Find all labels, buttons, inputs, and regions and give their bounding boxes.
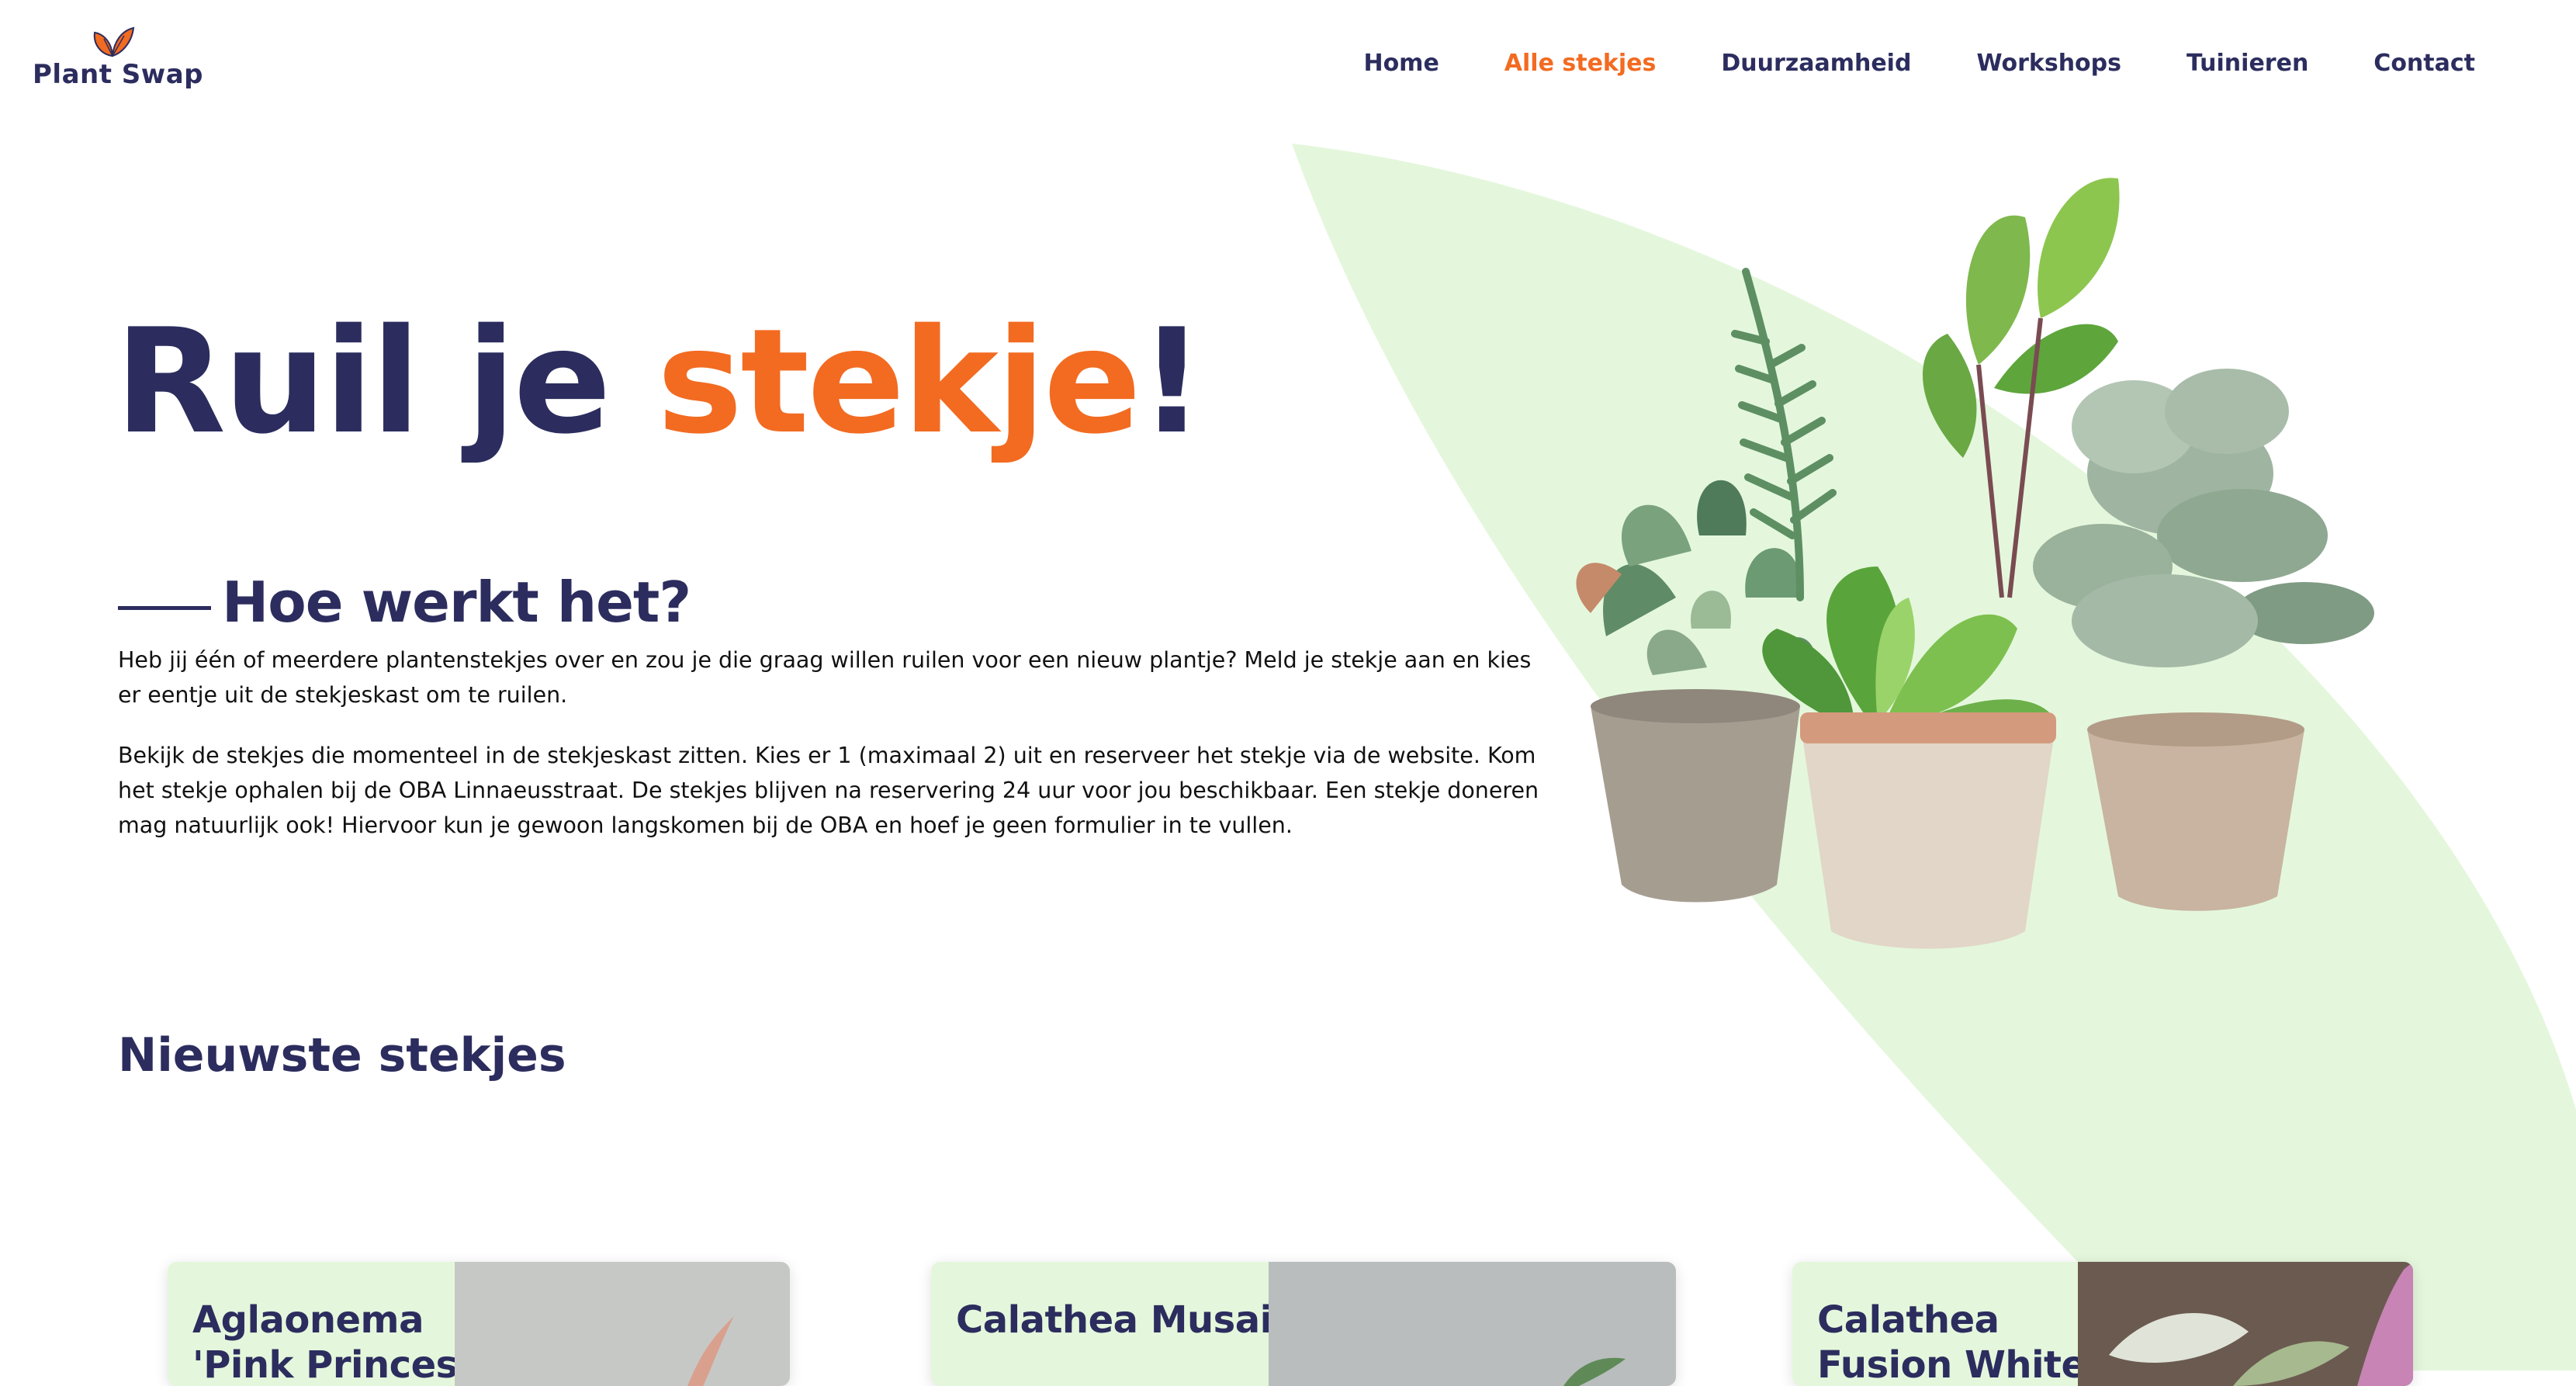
nav-alle-stekjes[interactable]: Alle stekjes (1504, 47, 1657, 81)
potted-plants-image (1576, 178, 2374, 949)
plant-swap-logo[interactable]: Plant Swap (33, 25, 203, 95)
card-title: Calathea Musaica (956, 1298, 1319, 1343)
silver-succulent (2033, 369, 2374, 667)
card-title-line1: Aglaonema (192, 1298, 424, 1342)
hero-title-part1: Ruil je (115, 297, 657, 466)
calathea-musaica-photo (1269, 1262, 1676, 1386)
nav-workshops[interactable]: Workshops (1976, 47, 2121, 81)
how-heading-text: Hoe werkt het? (222, 570, 691, 635)
butterfly-leaf-icon (93, 26, 135, 57)
intro-paragraph-2: Bekijk de stekjes die momenteel in de st… (118, 743, 1539, 838)
card-title-line2: Fusion White (1817, 1343, 2086, 1386)
fern-plant (1731, 268, 1837, 601)
nav-home[interactable]: Home (1363, 47, 1439, 81)
nav-contact[interactable]: Contact (2373, 47, 2475, 81)
cutting-card-calathea-musaica[interactable]: Calathea Musaica (931, 1262, 1676, 1386)
card-title: Aglaonema 'Pink Princess' (192, 1298, 490, 1386)
card-title-line1: Calathea (1817, 1298, 2000, 1342)
nav-tuinieren[interactable]: Tuinieren (2186, 47, 2308, 81)
hero-title-accent: stekje (656, 297, 1141, 466)
intro-text: Heb jij één of meerdere plantenstekjes o… (118, 643, 1546, 868)
calathea-fusion-white-photo (2078, 1262, 2413, 1386)
cutting-card-aglaonema[interactable]: Aglaonema 'Pink Princess' (168, 1262, 790, 1386)
hero-title-end: ! (1138, 297, 1205, 466)
logo-text: Plant Swap (33, 59, 203, 90)
card-title-line1: Calathea Musaica (956, 1298, 1319, 1342)
cutting-card-calathea-fusion-white[interactable]: Calathea Fusion White (1792, 1262, 2413, 1386)
latest-heading: Nieuwste stekjes (118, 1028, 566, 1083)
hero-title: Ruil je stekje! (115, 295, 1205, 468)
how-heading: Hoe werkt het? (118, 563, 691, 641)
card-title: Calathea Fusion White (1817, 1298, 2086, 1386)
heading-rule (118, 605, 211, 610)
nav-duurzaamheid[interactable]: Duurzaamheid (1721, 47, 1911, 81)
aglaonema-photo (455, 1262, 790, 1386)
intro-paragraph-1: Heb jij één of meerdere plantenstekjes o… (118, 647, 1532, 708)
card-title-line2: 'Pink Princess' (192, 1343, 490, 1386)
plant-pots (1591, 689, 2304, 949)
main-nav: Home Alle stekjes Duurzaamheid Workshops… (1298, 47, 2475, 81)
